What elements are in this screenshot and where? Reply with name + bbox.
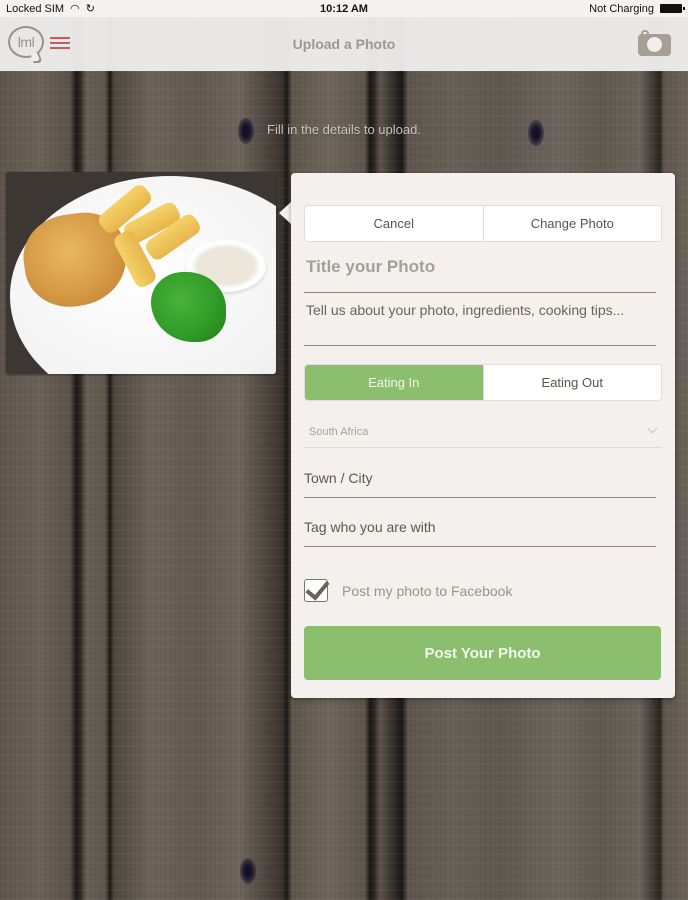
battery-status-label: Not Charging xyxy=(589,2,654,15)
camera-icon[interactable] xyxy=(638,30,671,56)
town-field-wrapper xyxy=(304,468,656,498)
status-time: 10:12 AM xyxy=(320,2,368,15)
chevron-down-icon xyxy=(647,423,658,434)
photo-actions: Cancel Change Photo xyxy=(304,205,662,242)
country-select[interactable]: South Africa xyxy=(304,417,662,448)
menu-icon[interactable] xyxy=(50,37,70,49)
nav-bar: lml Upload a Photo xyxy=(0,17,688,71)
facebook-checkbox[interactable] xyxy=(304,579,328,602)
wood-knot xyxy=(240,858,256,884)
eating-toggle: Eating In Eating Out xyxy=(304,364,662,401)
facebook-option[interactable]: Post my photo to Facebook xyxy=(304,579,512,602)
carrier-label: Locked SIM xyxy=(6,2,65,15)
post-photo-button[interactable]: Post Your Photo xyxy=(304,626,661,680)
upload-hint: Fill in the details to upload. xyxy=(267,122,421,137)
sync-icon: ↻ xyxy=(85,3,95,15)
battery-icon xyxy=(660,4,685,13)
description-field-wrapper xyxy=(304,297,656,346)
app-logo[interactable]: lml xyxy=(8,26,44,58)
popover-pointer xyxy=(279,202,291,224)
title-input[interactable] xyxy=(304,255,656,279)
cancel-button[interactable]: Cancel xyxy=(305,206,483,241)
facebook-label: Post my photo to Facebook xyxy=(342,582,513,599)
title-field-wrapper xyxy=(304,255,656,293)
eating-in-tab[interactable]: Eating In xyxy=(305,365,483,400)
wifi-icon: ◠ xyxy=(70,3,80,15)
tag-field-wrapper xyxy=(304,517,656,547)
country-value: South Africa xyxy=(309,426,369,438)
change-photo-button[interactable]: Change Photo xyxy=(482,206,661,241)
food-photo xyxy=(6,172,276,374)
tag-input[interactable] xyxy=(304,517,656,537)
upload-form: Cancel Change Photo Eating In Eating Out… xyxy=(291,173,675,698)
town-input[interactable] xyxy=(304,468,656,488)
page-title: Upload a Photo xyxy=(292,36,396,52)
logo-text: lml xyxy=(17,34,35,50)
status-bar: Locked SIM ◠ ↻ 10:12 AM Not Charging xyxy=(0,0,688,17)
description-input[interactable] xyxy=(304,297,656,337)
eating-out-tab[interactable]: Eating Out xyxy=(482,365,661,400)
